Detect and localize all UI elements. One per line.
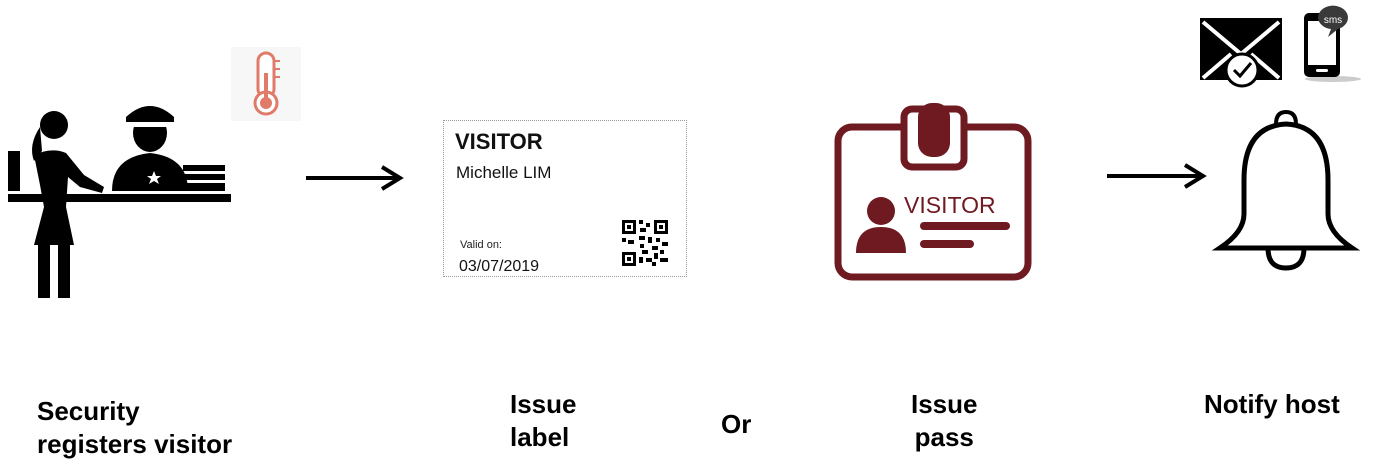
label-valid-date: 03/07/2019	[459, 258, 540, 275]
step-caption-notify-host: Notify host	[1204, 389, 1340, 419]
thermometer-icon	[231, 47, 301, 121]
sms-phone-icon: sms	[1304, 5, 1361, 82]
arrow-right-icon	[1107, 163, 1207, 189]
security-desk-icon	[8, 106, 231, 298]
visitor-label-card: VISITOR Michelle LIM Valid on: 03/07/201…	[443, 120, 687, 277]
email-icon	[1200, 18, 1282, 88]
qr-code-icon	[622, 220, 668, 266]
step-caption-issue-label: Issue label	[510, 389, 577, 452]
step-caption-issue-pass: Issue pass	[911, 389, 978, 452]
or-label: Or	[721, 409, 752, 439]
sms-badge-text: sms	[1324, 15, 1342, 26]
pass-visitor-text: VISITOR	[904, 192, 996, 218]
label-title: VISITOR	[455, 129, 543, 154]
arrow-right-icon	[306, 165, 404, 191]
notification-bell-icon	[1211, 109, 1361, 271]
step-caption-security: Security registers visitor	[37, 396, 233, 459]
label-visitor-name: Michelle LIM	[456, 163, 552, 182]
label-valid-caption: Valid on:	[460, 239, 502, 251]
